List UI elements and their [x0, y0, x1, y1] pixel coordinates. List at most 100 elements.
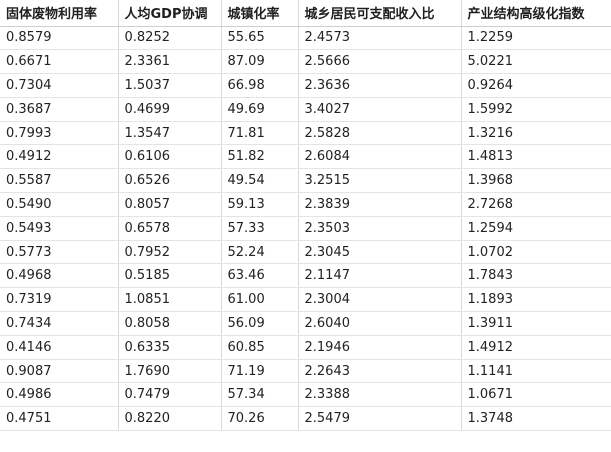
table-cell[interactable]: 2.3388: [298, 382, 462, 408]
table-cell[interactable]: 1.4912: [461, 335, 611, 360]
table-row[interactable]: 0.7304 1.5037 66.98 2.3636 0.9264: [0, 73, 611, 98]
table-row[interactable]: 0.5490 0.8057 59.13 2.3839 2.7268: [0, 192, 611, 217]
table-cell[interactable]: 49.69: [221, 97, 299, 122]
column-header-urbanization-rate[interactable]: 城镇化率: [221, 0, 299, 27]
table-cell[interactable]: 2.6040: [298, 311, 462, 336]
table-row[interactable]: 0.8579 0.8252 55.65 2.4573 1.2259: [0, 26, 611, 51]
table-cell[interactable]: 0.4146: [0, 335, 119, 360]
column-header-urban-rural-income-ratio[interactable]: 城乡居民可支配收入比: [298, 0, 462, 27]
table-cell[interactable]: 2.3503: [298, 216, 462, 241]
table-cell[interactable]: 0.4751: [0, 406, 119, 432]
table-cell[interactable]: 57.33: [221, 216, 299, 241]
table-row[interactable]: 0.5493 0.6578 57.33 2.3503 1.2594: [0, 216, 611, 241]
table-row[interactable]: 0.7993 1.3547 71.81 2.5828 1.3216: [0, 121, 611, 146]
table-row[interactable]: 0.4968 0.5185 63.46 2.1147 1.7843: [0, 263, 611, 289]
table-cell[interactable]: 1.3911: [461, 311, 611, 336]
table-cell[interactable]: 1.7843: [461, 263, 611, 289]
table-row[interactable]: 0.7434 0.8058 56.09 2.6040 1.3911: [0, 311, 611, 336]
table-cell[interactable]: 2.3361: [118, 49, 222, 75]
table-cell[interactable]: 2.4573: [298, 26, 462, 51]
table-cell[interactable]: 63.46: [221, 263, 299, 289]
table-cell[interactable]: 70.26: [221, 406, 299, 432]
table-row[interactable]: 0.9087 1.7690 71.19 2.2643 1.1141: [0, 359, 611, 384]
column-header-solid-waste-utilization[interactable]: 固体废物利用率: [0, 0, 119, 27]
table-cell[interactable]: 2.7268: [461, 192, 611, 217]
table-cell[interactable]: 2.3004: [298, 287, 462, 313]
table-cell[interactable]: 0.7479: [118, 382, 222, 408]
table-cell[interactable]: 1.2259: [461, 26, 611, 51]
table-cell[interactable]: 56.09: [221, 311, 299, 336]
table-cell[interactable]: 2.5666: [298, 49, 462, 75]
table-cell[interactable]: 57.34: [221, 382, 299, 408]
table-row[interactable]: 0.4146 0.6335 60.85 2.1946 1.4912: [0, 335, 611, 360]
table-cell[interactable]: 0.8220: [118, 406, 222, 432]
table-cell[interactable]: 0.5773: [0, 240, 119, 265]
table-cell[interactable]: 0.7304: [0, 73, 119, 98]
table-cell[interactable]: 0.6671: [0, 49, 119, 75]
table-cell[interactable]: 1.3547: [118, 121, 222, 146]
table-row[interactable]: 0.4986 0.7479 57.34 2.3388 1.0671: [0, 382, 611, 408]
table-cell[interactable]: 2.5479: [298, 406, 462, 432]
table-cell[interactable]: 1.0702: [461, 240, 611, 265]
table-cell[interactable]: 0.9264: [461, 73, 611, 98]
table-cell[interactable]: 2.3636: [298, 73, 462, 98]
table-cell[interactable]: 0.4986: [0, 382, 119, 408]
table-cell[interactable]: 52.24: [221, 240, 299, 265]
table-cell[interactable]: 59.13: [221, 192, 299, 217]
table-row[interactable]: 0.5773 0.7952 52.24 2.3045 1.0702: [0, 240, 611, 265]
table-row[interactable]: 0.6671 2.3361 87.09 2.5666 5.0221: [0, 49, 611, 75]
table-cell[interactable]: 55.65: [221, 26, 299, 51]
table-cell[interactable]: 1.3968: [461, 168, 611, 194]
column-header-industrial-structure-index[interactable]: 产业结构高级化指数: [461, 0, 611, 27]
table-cell[interactable]: 1.1141: [461, 359, 611, 384]
table-cell[interactable]: 61.00: [221, 287, 299, 313]
table-cell[interactable]: 71.81: [221, 121, 299, 146]
table-cell[interactable]: 0.6335: [118, 335, 222, 360]
table-cell[interactable]: 5.0221: [461, 49, 611, 75]
table-cell[interactable]: 60.85: [221, 335, 299, 360]
table-cell[interactable]: 2.3045: [298, 240, 462, 265]
table-cell[interactable]: 0.5587: [0, 168, 119, 194]
table-cell[interactable]: 87.09: [221, 49, 299, 75]
table-cell[interactable]: 2.3839: [298, 192, 462, 217]
table-cell[interactable]: 71.19: [221, 359, 299, 384]
table-cell[interactable]: 2.6084: [298, 144, 462, 170]
table-cell[interactable]: 1.5992: [461, 97, 611, 122]
table-cell[interactable]: 2.1946: [298, 335, 462, 360]
table-cell[interactable]: 1.0671: [461, 382, 611, 408]
table-cell[interactable]: 0.7319: [0, 287, 119, 313]
table-cell[interactable]: 49.54: [221, 168, 299, 194]
table-cell[interactable]: 0.6578: [118, 216, 222, 241]
table-cell[interactable]: 0.7993: [0, 121, 119, 146]
table-cell[interactable]: 0.5490: [0, 192, 119, 217]
table-cell[interactable]: 0.4912: [0, 144, 119, 170]
table-cell[interactable]: 1.3748: [461, 406, 611, 432]
table-cell[interactable]: 1.4813: [461, 144, 611, 170]
table-row[interactable]: 0.3687 0.4699 49.69 3.4027 1.5992: [0, 97, 611, 122]
table-cell[interactable]: 0.4968: [0, 263, 119, 289]
table-row[interactable]: 0.5587 0.6526 49.54 3.2515 1.3968: [0, 168, 611, 194]
table-cell[interactable]: 3.2515: [298, 168, 462, 194]
table-cell[interactable]: 66.98: [221, 73, 299, 98]
table-cell[interactable]: 0.8058: [118, 311, 222, 336]
table-cell[interactable]: 2.1147: [298, 263, 462, 289]
table-cell[interactable]: 3.4027: [298, 97, 462, 122]
table-cell[interactable]: 0.6526: [118, 168, 222, 194]
table-cell[interactable]: 51.82: [221, 144, 299, 170]
table-cell[interactable]: 0.8252: [118, 26, 222, 51]
table-cell[interactable]: 0.8057: [118, 192, 222, 217]
table-cell[interactable]: 1.5037: [118, 73, 222, 98]
table-cell[interactable]: 1.7690: [118, 359, 222, 384]
column-header-per-capita-gdp-coordination[interactable]: 人均GDP协调: [118, 0, 222, 27]
table-cell[interactable]: 0.9087: [0, 359, 119, 384]
table-cell[interactable]: 0.3687: [0, 97, 119, 122]
table-cell[interactable]: 1.0851: [118, 287, 222, 313]
table-cell[interactable]: 0.8579: [0, 26, 119, 51]
table-cell[interactable]: 1.2594: [461, 216, 611, 241]
table-cell[interactable]: 0.6106: [118, 144, 222, 170]
table-row[interactable]: 0.4751 0.8220 70.26 2.5479 1.3748: [0, 406, 611, 432]
table-cell[interactable]: 0.7434: [0, 311, 119, 336]
table-cell[interactable]: 0.7952: [118, 240, 222, 265]
table-cell[interactable]: 2.2643: [298, 359, 462, 384]
table-cell[interactable]: 2.5828: [298, 121, 462, 146]
